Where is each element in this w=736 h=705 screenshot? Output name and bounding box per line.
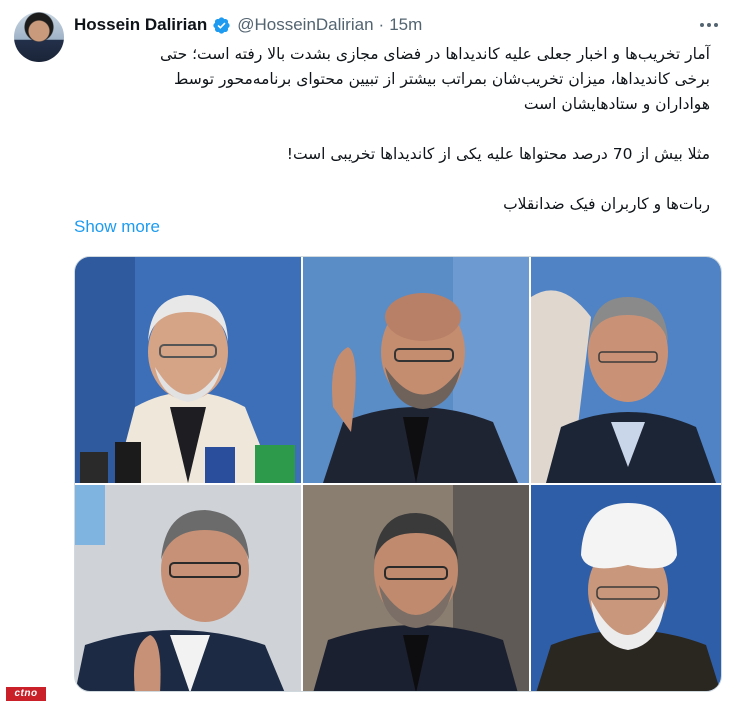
separator-dot: · bbox=[378, 15, 385, 34]
tweet-text-line: برخی کاندیداها، میزان تخریب‌شان بمراتب ب… bbox=[174, 70, 710, 88]
author-name[interactable]: Hossein Dalirian bbox=[74, 15, 207, 35]
more-options-icon[interactable] bbox=[696, 14, 722, 36]
timestamp[interactable]: 15m bbox=[389, 15, 422, 35]
watermark-logo: ctno bbox=[6, 687, 46, 701]
tweet-text-line: هواداران و ستادهایشان است bbox=[523, 95, 710, 113]
show-more-link[interactable]: Show more bbox=[74, 217, 160, 237]
candidate-photo-4[interactable] bbox=[75, 485, 301, 691]
author-handle[interactable]: @HosseinDalirian bbox=[237, 15, 373, 35]
tweet-text-line: ربات‌ها و کاربران فیک ضدانقلاب bbox=[503, 195, 710, 213]
candidate-photo-6[interactable] bbox=[531, 485, 721, 691]
media-grid bbox=[74, 256, 722, 692]
avatar[interactable] bbox=[14, 12, 64, 62]
tweet-text-line: آمار تخریب‌ها و اخبار جعلی علیه کاندیداه… bbox=[159, 45, 710, 63]
candidate-photo-1[interactable] bbox=[75, 257, 301, 483]
candidate-photo-3[interactable] bbox=[531, 257, 721, 483]
candidate-photo-5[interactable] bbox=[303, 485, 529, 691]
tweet-card[interactable]: Hossein Dalirian @HosseinDalirian · 15m … bbox=[0, 0, 736, 705]
tweet-text: آمار تخریب‌ها و اخبار جعلی علیه کاندیداه… bbox=[74, 42, 710, 217]
candidate-photo-2[interactable] bbox=[303, 257, 529, 483]
tweet-text-line: مثلا بیش از 70 درصد محتواها علیه یکی از … bbox=[286, 145, 710, 163]
tweet-header: Hossein Dalirian @HosseinDalirian · 15m bbox=[74, 14, 422, 36]
verified-badge-icon bbox=[213, 16, 230, 34]
